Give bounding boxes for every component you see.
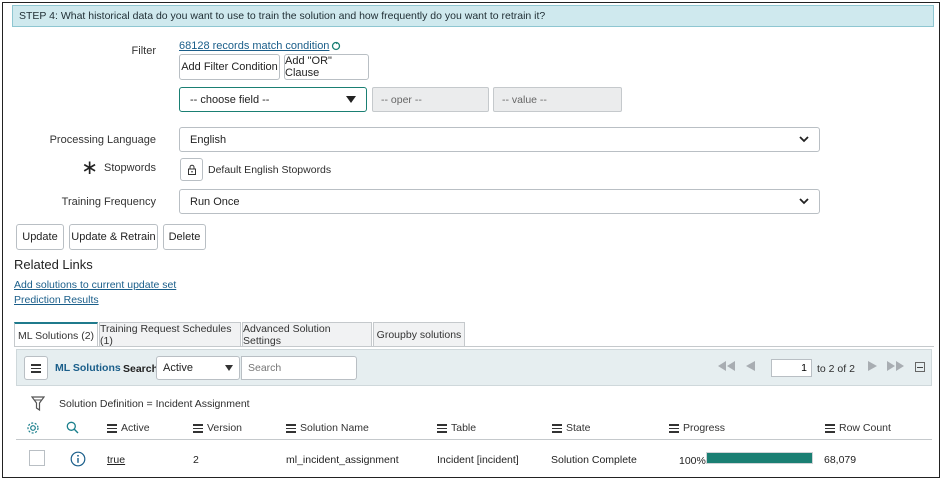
column-header-state[interactable]: State bbox=[552, 422, 591, 434]
add-to-update-set-link[interactable]: Add solutions to current update set bbox=[14, 279, 176, 291]
column-menu-icon bbox=[286, 424, 296, 433]
column-menu-icon bbox=[193, 424, 203, 433]
filter-match: 68128 records match condition bbox=[179, 40, 341, 52]
cell-progress-text: 100% bbox=[679, 455, 706, 467]
search-icon[interactable] bbox=[66, 421, 79, 434]
row-checkbox[interactable] bbox=[29, 450, 45, 466]
cell-table: Incident [incident] bbox=[437, 454, 519, 466]
list-title[interactable]: ML Solutions bbox=[55, 362, 121, 374]
column-menu-icon bbox=[107, 424, 117, 433]
chevron-down-icon bbox=[799, 136, 809, 143]
processing-language-label: Processing Language bbox=[49, 134, 156, 146]
column-label: Active bbox=[121, 422, 150, 434]
first-page-icon[interactable] bbox=[718, 361, 736, 371]
step-banner: STEP 4: What historical data do you want… bbox=[12, 5, 934, 27]
related-lists-tabs: ML Solutions (2) Training Request Schedu… bbox=[14, 322, 465, 347]
cell-active-link[interactable]: true bbox=[107, 454, 125, 466]
list-menu-button[interactable] bbox=[24, 356, 48, 380]
filter-funnel-icon[interactable] bbox=[31, 396, 45, 412]
column-header-solution-name[interactable]: Solution Name bbox=[286, 422, 369, 434]
triangle-down-icon bbox=[225, 365, 233, 371]
tab-advanced-solution-settings[interactable]: Advanced Solution Settings bbox=[242, 322, 372, 347]
column-label: State bbox=[566, 422, 591, 434]
column-header-version[interactable]: Version bbox=[193, 422, 242, 434]
lock-icon bbox=[187, 164, 196, 175]
stopwords-label-row: ∗ Stopwords bbox=[81, 158, 156, 178]
refresh-icon[interactable] bbox=[331, 41, 341, 51]
processing-language-value: English bbox=[190, 133, 227, 146]
previous-page-icon[interactable] bbox=[746, 361, 755, 371]
filter-label: Filter bbox=[131, 45, 156, 57]
filter-breadcrumb[interactable]: Solution Definition = Incident Assignmen… bbox=[59, 398, 250, 410]
cell-solution-name: ml_incident_assignment bbox=[286, 454, 399, 466]
required-mark: ∗ bbox=[81, 157, 99, 179]
tabs-divider bbox=[14, 346, 934, 347]
last-page-icon[interactable] bbox=[887, 361, 905, 371]
chevron-down-icon bbox=[799, 198, 809, 205]
search-label: Search bbox=[123, 363, 159, 375]
cell-row-count: 68,079 bbox=[824, 454, 857, 466]
cell-version: 2 bbox=[193, 454, 199, 466]
column-label: Solution Name bbox=[300, 422, 369, 434]
column-label: Row Count bbox=[839, 422, 891, 434]
add-filter-condition-button[interactable]: Add Filter Condition bbox=[179, 54, 280, 80]
related-links-title: Related Links bbox=[14, 257, 93, 272]
update-retrain-button[interactable]: Update & Retrain bbox=[69, 224, 158, 250]
stopwords-label: Stopwords bbox=[104, 162, 156, 174]
delete-button[interactable]: Delete bbox=[163, 224, 206, 250]
cell-state: Solution Complete bbox=[551, 454, 637, 466]
choose-field-value: -- choose field -- bbox=[190, 93, 270, 106]
column-menu-icon bbox=[552, 424, 562, 433]
column-label: Version bbox=[207, 422, 243, 434]
training-frequency-value: Run Once bbox=[190, 195, 240, 208]
search-field-select[interactable]: Active bbox=[156, 356, 240, 380]
tab-ml-solutions[interactable]: ML Solutions (2) bbox=[14, 322, 98, 347]
collapse-list-icon[interactable] bbox=[915, 362, 925, 372]
info-icon[interactable] bbox=[70, 451, 86, 467]
prediction-results-link[interactable]: Prediction Results bbox=[14, 294, 99, 306]
training-frequency-select[interactable]: Run Once bbox=[179, 189, 820, 214]
column-header-row-count[interactable]: Row Count bbox=[825, 422, 891, 434]
triangle-down-icon bbox=[346, 95, 356, 103]
add-or-clause-button[interactable]: Add "OR" Clause bbox=[284, 54, 369, 80]
column-label: Table bbox=[451, 422, 477, 434]
column-menu-icon bbox=[437, 424, 447, 433]
hamburger-icon bbox=[31, 364, 41, 373]
processing-language-select[interactable]: English bbox=[179, 127, 820, 152]
column-header-active[interactable]: Active bbox=[107, 422, 150, 434]
search-field-value: Active bbox=[163, 362, 193, 374]
value-field: -- value -- bbox=[493, 87, 622, 112]
records-match-link[interactable]: 68128 records match condition bbox=[179, 40, 329, 52]
training-frequency-label: Training Frequency bbox=[61, 196, 156, 208]
choose-field-select[interactable]: -- choose field -- bbox=[179, 87, 367, 112]
update-button[interactable]: Update bbox=[16, 224, 64, 250]
tab-groupby-solutions[interactable]: Groupby solutions bbox=[373, 322, 465, 346]
progress-bar-track bbox=[706, 452, 813, 464]
column-label: Progress bbox=[683, 422, 726, 434]
column-menu-icon bbox=[825, 424, 835, 433]
pagination-prev bbox=[718, 361, 755, 371]
lock-button[interactable] bbox=[180, 158, 203, 181]
column-menu-icon bbox=[669, 424, 679, 433]
operator-field: -- oper -- bbox=[372, 87, 489, 112]
pagination-next bbox=[868, 361, 905, 371]
tab-training-request-schedules[interactable]: Training Request Schedules (1) bbox=[99, 322, 241, 347]
page-number-input[interactable] bbox=[771, 359, 812, 377]
column-header-progress[interactable]: Progress bbox=[669, 422, 725, 434]
page-range: to 2 of 2 bbox=[817, 363, 855, 375]
search-input[interactable] bbox=[241, 356, 357, 380]
stopwords-value: Default English Stopwords bbox=[208, 164, 332, 176]
next-page-icon[interactable] bbox=[868, 361, 877, 371]
progress-bar-fill bbox=[707, 453, 812, 463]
column-header-table[interactable]: Table bbox=[437, 422, 476, 434]
gear-icon[interactable] bbox=[26, 421, 40, 435]
